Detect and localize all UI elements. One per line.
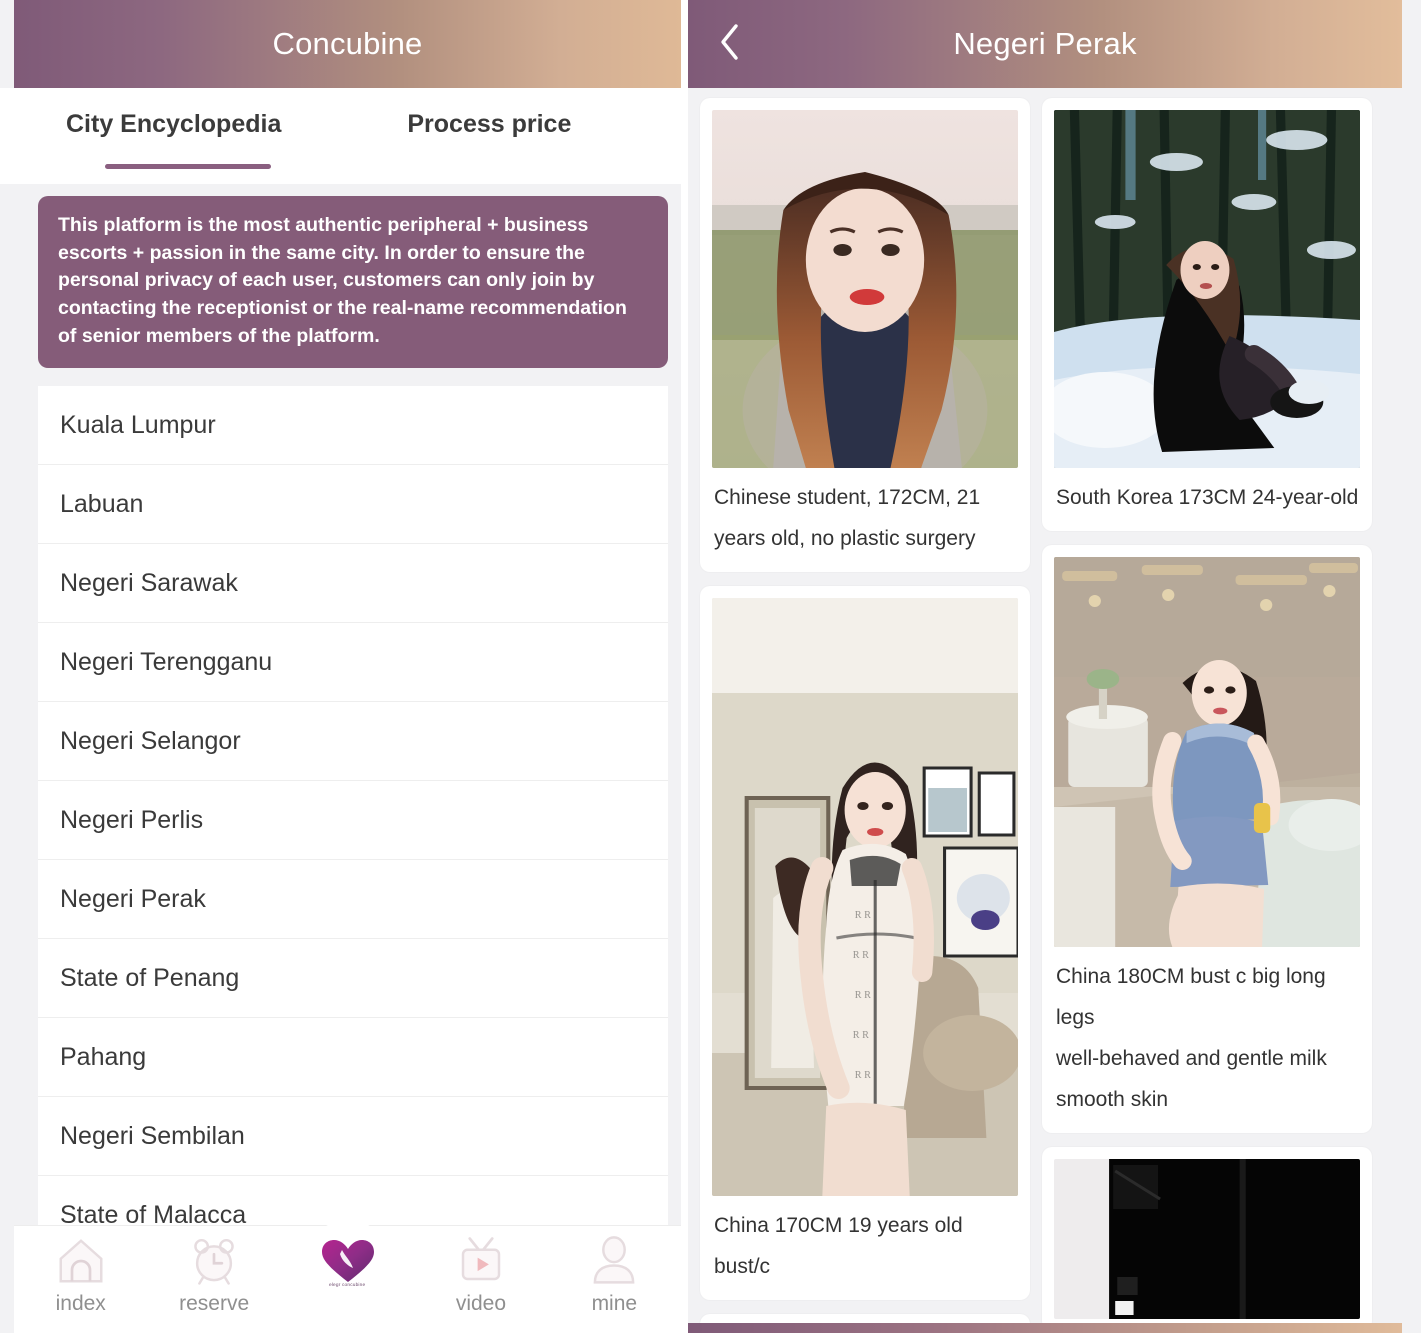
portrait-snow-forest-photo[interactable]: [1054, 110, 1360, 468]
right-panel: Negeri Perak Chinese student, 172CM, 21 …: [688, 0, 1421, 1333]
card-caption: Chinese student, 172CM, 21 years old, no…: [712, 468, 1018, 560]
left-panel: Concubine City Encyclopedia Process pric…: [0, 0, 681, 1333]
tabbar-label-index: index: [55, 1292, 106, 1315]
card-column-left: Chinese student, 172CM, 21 years old, no…: [700, 98, 1030, 1333]
alarm-clock-icon: [187, 1234, 241, 1288]
card-caption-line1: China 170CM 19 years old bust/c: [714, 1213, 963, 1278]
platform-notice: This platform is the most authentic peri…: [38, 196, 668, 369]
city-list: Kuala Lumpur Labuan Negeri Sarawak Neger…: [38, 386, 668, 1256]
profile-card[interactable]: China 180CM bust c big long legs well-be…: [1042, 544, 1372, 1133]
tabbar-label-video: video: [455, 1292, 507, 1315]
heart-shape: [321, 1240, 374, 1282]
tab-bar: City Encyclopedia Process price: [0, 88, 681, 184]
list-item[interactable]: Negeri Perlis: [38, 781, 668, 861]
list-item[interactable]: State of Penang: [38, 939, 668, 1019]
tabbar-item-center-logo[interactable]: elegr concubine: [281, 1220, 414, 1333]
person-icon: [587, 1234, 641, 1288]
card-caption: China 170CM 19 years old bust/c: [712, 1196, 1018, 1288]
page-title: Concubine: [272, 26, 423, 61]
heart-logo-icon[interactable]: elegr concubine: [304, 1220, 391, 1306]
list-item[interactable]: Negeri Sarawak: [38, 544, 668, 624]
active-tab-underline: [105, 164, 271, 169]
tabbar-label-reserve: reserve: [179, 1292, 250, 1315]
tab-city-encyclopedia[interactable]: City Encyclopedia: [66, 110, 281, 139]
tabbar-item-index[interactable]: index: [14, 1226, 147, 1333]
list-item[interactable]: Negeri Perak: [38, 860, 668, 940]
tabbar-item-reserve[interactable]: reserve: [147, 1226, 280, 1333]
card-caption-line1: Chinese student, 172CM, 21: [714, 486, 981, 509]
svg-text:R R: R R: [855, 1070, 871, 1081]
list-item[interactable]: Labuan: [38, 465, 668, 545]
portrait-dark-partial-photo[interactable]: [1054, 1158, 1360, 1319]
bottom-tab-bar: index reserve elegr concubine video mine: [14, 1220, 681, 1333]
profile-card-grid: Chinese student, 172CM, 21 years old, no…: [688, 88, 1402, 1333]
profile-card[interactable]: Chinese student, 172CM, 21 years old, no…: [700, 98, 1030, 572]
tabbar-item-mine[interactable]: mine: [548, 1226, 681, 1333]
right-page-title: Negeri Perak: [953, 26, 1137, 61]
profile-card[interactable]: South Korea 173CM 24-year-old: [1042, 98, 1372, 531]
list-item[interactable]: Pahang: [38, 1018, 668, 1098]
card-caption-line3: smooth skin: [1056, 1087, 1169, 1111]
card-caption-line2: well-behaved and gentle milk: [1056, 1046, 1327, 1070]
left-header-bar: Concubine: [14, 0, 681, 88]
card-column-right: South Korea 173CM 24-year-old China 180C…: [1042, 98, 1372, 1333]
chevron-left-icon: [717, 22, 743, 67]
tabbar-label-mine: mine: [591, 1292, 638, 1315]
right-header-bar: Negeri Perak: [688, 0, 1402, 88]
card-caption-line1: China 180CM bust c big long legs: [1056, 964, 1326, 1029]
card-caption: South Korea 173CM 24-year-old: [1054, 468, 1360, 519]
card-caption-line1: South Korea 173CM 24-year-old: [1056, 486, 1359, 509]
back-button[interactable]: [706, 0, 754, 88]
logo-subtext: elegr concubine: [329, 1282, 366, 1288]
svg-text:R R: R R: [855, 910, 871, 921]
tabbar-item-video[interactable]: video: [414, 1226, 547, 1333]
svg-text:R R: R R: [855, 990, 871, 1001]
card-caption: China 180CM bust c big long legs well-be…: [1054, 947, 1360, 1121]
list-item[interactable]: Negeri Sembilan: [38, 1097, 668, 1177]
portrait-park-selfie-photo[interactable]: [712, 110, 1018, 468]
card-caption-line2: years old, no plastic surgery: [714, 526, 976, 550]
tab-process-price[interactable]: Process price: [407, 110, 571, 139]
bottom-accent-strip: [688, 1323, 1402, 1333]
profile-card[interactable]: R R R R R R R R R R China 170CM 19 years ol…: [700, 585, 1030, 1300]
home-icon: [54, 1234, 108, 1288]
portrait-cafe-blue-dress-photo[interactable]: [1054, 556, 1360, 947]
list-item[interactable]: Negeri Selangor: [38, 702, 668, 782]
svg-text:R R: R R: [853, 950, 869, 961]
app-screen: Concubine City Encyclopedia Process pric…: [0, 0, 1421, 1333]
list-item[interactable]: Negeri Terengganu: [38, 623, 668, 703]
list-item[interactable]: Kuala Lumpur: [38, 386, 668, 466]
svg-text:R R: R R: [853, 1030, 869, 1041]
video-play-icon: [454, 1234, 508, 1288]
profile-card[interactable]: [1042, 1146, 1372, 1331]
portrait-mirror-dress-photo[interactable]: R R R R R R R R R R: [712, 597, 1018, 1196]
